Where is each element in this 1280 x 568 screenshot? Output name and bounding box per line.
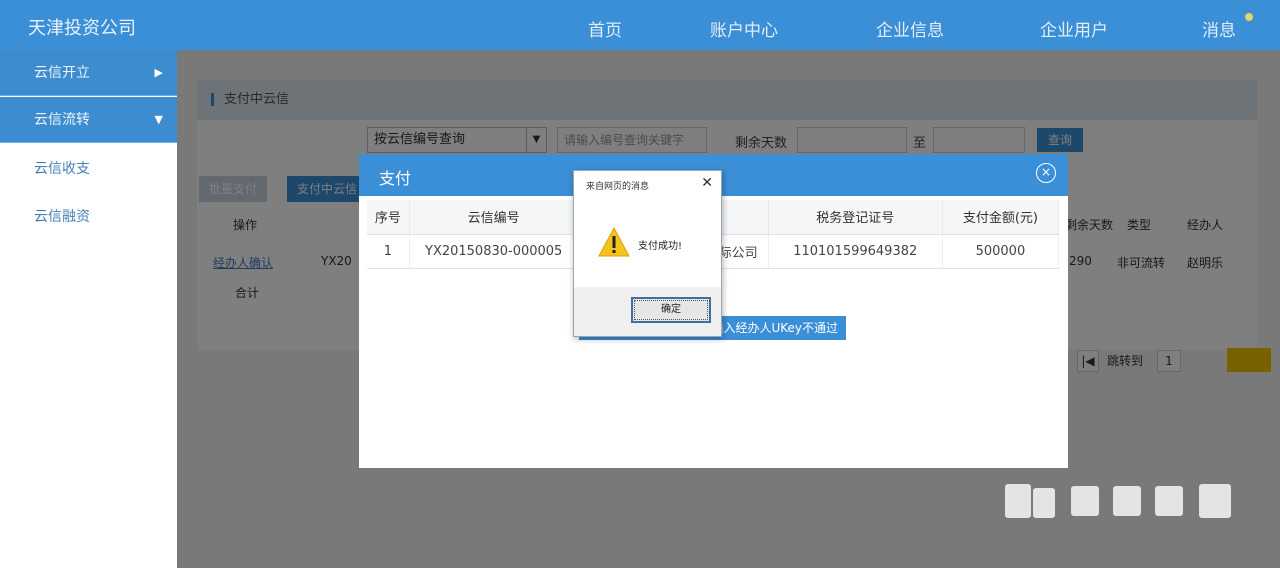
nav-company-users[interactable]: 企业用户 (1040, 16, 1108, 41)
message-notification-dot (1245, 13, 1253, 21)
sidebar-item-label: 云信融资 (34, 209, 90, 225)
modal-title: 支付 (379, 169, 412, 188)
top-header: 天津投资公司 首页 账户中心 企业信息 企业用户 消息 (0, 0, 1280, 50)
sidebar: 云信开立 ▶ 云信流转 ▼ 云信收支 云信融资 (0, 50, 177, 568)
cell-index: 1 (367, 234, 410, 269)
alert-footer: 确定 (574, 287, 721, 336)
nav-company-info[interactable]: 企业信息 (876, 16, 944, 41)
alert-message: 支付成功! (638, 241, 683, 252)
sidebar-item-financing[interactable]: 云信融资 (0, 194, 177, 240)
alert-title: 来自网页的消息 (586, 182, 650, 192)
cell-amount: 500000 (942, 234, 1060, 269)
col-header-tax-no: 税务登记证号 (768, 200, 943, 235)
nav-account-center[interactable]: 账户中心 (710, 16, 778, 41)
sidebar-item-label: 云信流转 (34, 112, 90, 128)
cell-tax-no: 110101599649382 (768, 234, 943, 269)
nav-home[interactable]: 首页 (588, 16, 622, 41)
sidebar-item-transfer[interactable]: 云信流转 ▼ (0, 97, 177, 143)
col-header-id: 云信编号 (409, 200, 579, 235)
close-icon[interactable]: × (1036, 163, 1056, 183)
sidebar-item-label: 云信收支 (34, 161, 90, 177)
alert-titlebar: 来自网页的消息 ✕ (574, 171, 721, 199)
sidebar-item-receive-pay[interactable]: 云信收支 (0, 146, 177, 192)
ok-button[interactable]: 确定 (631, 297, 711, 323)
watermark-logo (1005, 478, 1240, 526)
brand-name: 天津投资公司 (28, 18, 136, 39)
close-icon[interactable]: ✕ (701, 175, 713, 191)
chevron-down-icon: ▼ (154, 113, 163, 126)
col-header-amount: 支付金额(元) (942, 200, 1060, 235)
sidebar-item-open[interactable]: 云信开立 ▶ (0, 50, 177, 96)
nav-messages[interactable]: 消息 (1202, 16, 1236, 41)
chevron-right-icon: ▶ (154, 66, 163, 79)
cell-id: YX20150830-000005 (409, 234, 579, 269)
alert-dialog: 来自网页的消息 ✕ 支付成功! 确定 (573, 170, 722, 337)
sidebar-item-label: 云信开立 (34, 65, 90, 81)
warning-icon (598, 227, 630, 257)
col-header-index: 序号 (367, 200, 410, 235)
